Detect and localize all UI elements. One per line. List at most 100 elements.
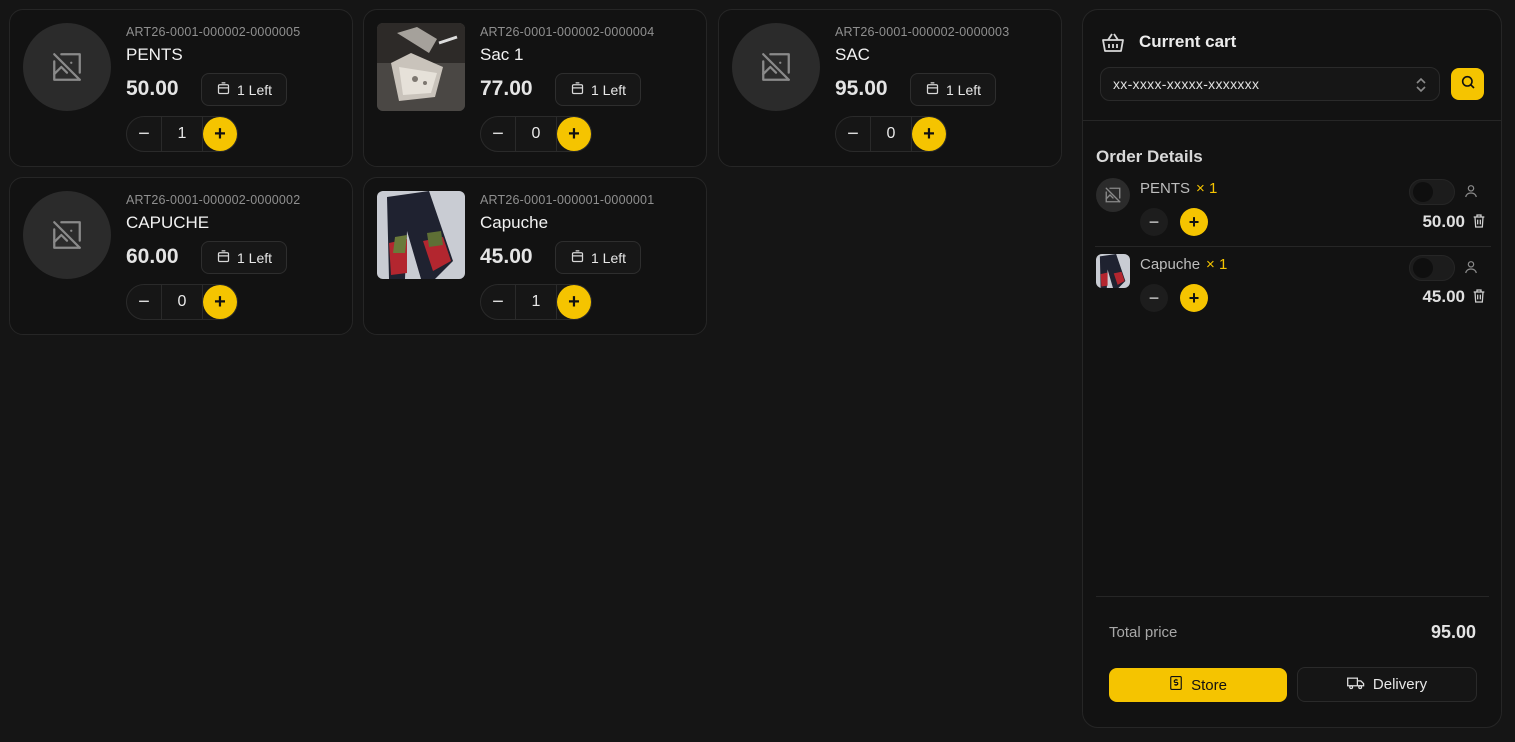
line-item-qty: × 1 [1206,256,1228,273]
box-icon [216,81,231,99]
line-item-label: Capuche [1140,256,1201,273]
line-item-price: 50.00 [1422,212,1465,231]
product-sku: ART26-0001-000001-0000001 [480,193,655,207]
quantity-value[interactable]: 0 [515,117,557,151]
product-price: 77.00 [480,77,533,100]
decrement-button[interactable]: − [481,117,515,151]
quantity-value[interactable]: 0 [870,117,912,151]
product-sku: ART26-0001-000002-0000004 [480,25,655,39]
cart-title: Current cart [1139,32,1237,51]
line-item-price: 45.00 [1422,287,1465,306]
seller-toggle[interactable] [1409,179,1455,205]
search-button[interactable] [1451,68,1484,100]
increment-button[interactable]: + [557,117,591,151]
chevron-updown-icon [1415,76,1427,97]
decrement-button[interactable]: − [127,285,161,319]
cart-line-item: PENTS × 1 − + 50.00 [1095,178,1491,248]
delivery-label: Delivery [1372,676,1428,693]
cart-panel: Current cart xx-xxxx-xxxxx-xxxxxxx Order… [1082,9,1502,728]
decrement-button[interactable]: − [836,117,870,151]
trash-icon[interactable] [1471,212,1487,235]
stock-badge: 1 Left [910,73,996,106]
no-image-icon [1096,178,1130,212]
store-label: Store [1191,676,1227,694]
product-card[interactable]: ART26-0001-000002-0000003 SAC 95.00 1 Le… [718,9,1062,167]
quantity-stepper: − 0 + [126,284,238,320]
customer-select-value: xx-xxxx-xxxxx-xxxxxxx [1113,76,1260,92]
product-name: Capuche [480,213,549,232]
line-stepper: − + [1140,208,1208,236]
product-card[interactable]: ART26-0001-000002-0000004 Sac 1 77.00 1 … [363,9,707,167]
product-name: Sac 1 [480,45,524,64]
trash-icon[interactable] [1471,287,1487,310]
divider [1083,120,1501,121]
user-icon[interactable] [1463,183,1479,204]
product-name: PENTS [126,45,183,64]
line-item-label: PENTS [1140,180,1191,197]
divider [1095,246,1491,247]
line-increment-button[interactable]: + [1180,284,1208,312]
product-price: 50.00 [126,77,179,100]
order-details-title: Order Details [1096,147,1203,166]
box-icon [925,81,940,99]
toggle-knob [1413,258,1433,278]
no-image-icon [23,191,111,279]
increment-button[interactable]: + [203,117,237,151]
quantity-stepper: − 1 + [126,116,238,152]
product-photo-jeans [1096,254,1130,288]
stock-label: 1 Left [236,249,273,266]
quantity-value[interactable]: 0 [161,285,203,319]
quantity-value[interactable]: 1 [515,285,557,319]
stock-badge: 1 Left [555,73,641,106]
quantity-value[interactable]: 1 [161,117,203,151]
product-sku: ART26-0001-000002-0000003 [835,25,1010,39]
basket-icon [1101,32,1125,59]
box-icon [216,249,231,267]
quantity-stepper: − 0 + [835,116,947,152]
receipt-dollar-icon [1169,675,1183,695]
decrement-button[interactable]: − [127,117,161,151]
line-increment-button[interactable]: + [1180,208,1208,236]
box-icon [570,81,585,99]
line-decrement-button[interactable]: − [1140,284,1168,312]
total-label: Total price [1109,624,1178,641]
seller-toggle[interactable] [1409,255,1455,281]
stock-badge: 1 Left [555,241,641,274]
cart-line-item: Capuche × 1 − + 45.00 [1095,254,1491,324]
increment-button[interactable]: + [912,117,946,151]
product-price: 45.00 [480,245,533,268]
line-stepper: − + [1140,284,1208,312]
pos-screen: ART26-0001-000002-0000005 PENTS 50.00 1 … [0,0,1515,742]
no-image-icon [23,23,111,111]
stock-label: 1 Left [590,81,627,98]
product-sku: ART26-0001-000002-0000002 [126,193,301,207]
customer-select[interactable]: xx-xxxx-xxxxx-xxxxxxx [1100,67,1440,101]
product-card[interactable]: ART26-0001-000001-0000001 Capuche 45.00 … [363,177,707,335]
line-item-name: PENTS × 1 [1140,180,1217,197]
stock-label: 1 Left [590,249,627,266]
truck-icon [1346,676,1365,694]
store-button[interactable]: Store [1109,668,1287,702]
product-name: CAPUCHE [126,213,210,232]
total-value: 95.00 [1430,622,1476,642]
stock-label: 1 Left [236,81,273,98]
product-photo-bag [377,23,465,111]
stock-label: 1 Left [945,81,982,98]
increment-button[interactable]: + [557,285,591,319]
line-item-qty: × 1 [1196,180,1218,197]
search-icon [1460,74,1476,95]
decrement-button[interactable]: − [481,285,515,319]
product-sku: ART26-0001-000002-0000005 [126,25,301,39]
product-card[interactable]: ART26-0001-000002-0000002 CAPUCHE 60.00 … [9,177,353,335]
product-photo-jeans [377,191,465,279]
user-icon[interactable] [1463,259,1479,280]
product-card[interactable]: ART26-0001-000002-0000005 PENTS 50.00 1 … [9,9,353,167]
increment-button[interactable]: + [203,285,237,319]
stock-badge: 1 Left [201,73,287,106]
line-item-name: Capuche × 1 [1140,256,1227,273]
delivery-button[interactable]: Delivery [1297,667,1477,702]
box-icon [570,249,585,267]
line-decrement-button[interactable]: − [1140,208,1168,236]
toggle-knob [1413,182,1433,202]
quantity-stepper: − 1 + [480,284,592,320]
